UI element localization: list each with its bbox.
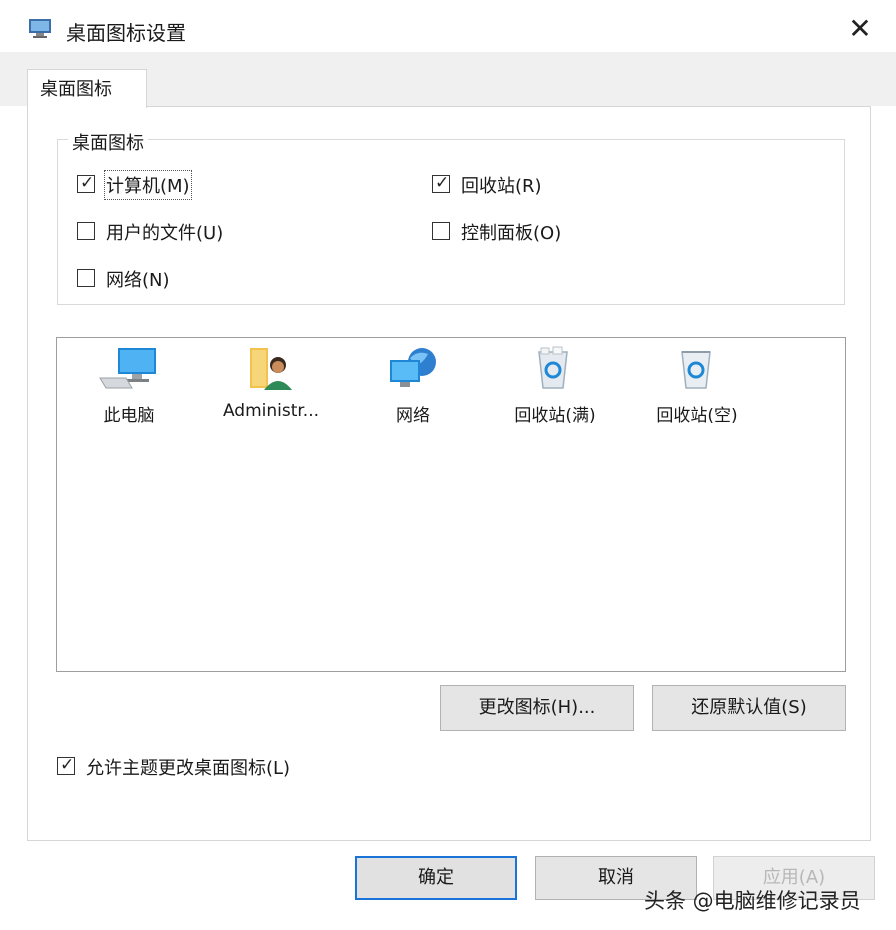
- ok-button[interactable]: 确定: [355, 856, 517, 900]
- group-legend: 桌面图标: [68, 129, 148, 155]
- computer-checkbox[interactable]: ✓: [77, 173, 95, 193]
- change-icon-button[interactable]: 更改图标(H)...: [440, 685, 634, 731]
- icon-item-recycle-bin-full[interactable]: [531, 346, 575, 396]
- recycle-bin-empty-icon: [681, 351, 711, 389]
- window-title: 桌面图标设置: [66, 21, 186, 45]
- desktop-icon-settings-dialog: 桌面图标设置 ✕ 桌面图标 桌面图标 ✓ 计算机(M) ✓ 回收站(R) 用户的…: [0, 0, 896, 930]
- user-files-checkbox[interactable]: [77, 222, 95, 240]
- control-panel-checkbox[interactable]: [432, 222, 450, 240]
- close-button[interactable]: ✕: [842, 12, 878, 48]
- network-checkbox[interactable]: [77, 269, 95, 287]
- close-icon: ✕: [848, 12, 872, 45]
- icon-item-network[interactable]: [388, 346, 442, 396]
- network-checkbox-label[interactable]: 网络(N): [106, 266, 170, 292]
- recycle-bin-checkbox-label[interactable]: 回收站(R): [461, 172, 542, 198]
- icon-label-recycle-bin-full: 回收站(满): [514, 406, 596, 426]
- checkmark-icon: ✓: [435, 173, 450, 193]
- icon-label-this-pc: 此电脑: [103, 406, 155, 426]
- network-icon: [390, 348, 436, 387]
- user-files-checkbox-label[interactable]: 用户的文件(U): [106, 219, 223, 245]
- computer-checkbox-label[interactable]: 计算机(M): [104, 170, 192, 200]
- icon-item-administrator[interactable]: [248, 346, 298, 396]
- icon-label-network: 网络: [396, 406, 430, 426]
- checkmark-icon: ✓: [80, 173, 95, 193]
- allow-themes-checkbox[interactable]: ✓: [57, 755, 75, 775]
- checkmark-icon: ✓: [60, 755, 75, 775]
- icon-item-this-pc[interactable]: [98, 346, 160, 396]
- recycle-bin-full-icon: [538, 346, 568, 389]
- icon-label-administrator: Administr...: [222, 401, 320, 421]
- recycle-bin-checkbox[interactable]: ✓: [432, 173, 450, 193]
- allow-themes-checkbox-label[interactable]: 允许主题更改桌面图标(L): [86, 754, 290, 780]
- tab-desktop-icons-label: 桌面图标: [40, 79, 112, 100]
- restore-default-button[interactable]: 还原默认值(S): [652, 685, 846, 731]
- control-panel-checkbox-label[interactable]: 控制面板(O): [461, 219, 561, 245]
- desktop-settings-icon: [26, 14, 56, 44]
- icon-list-view[interactable]: [56, 337, 846, 672]
- watermark-text: 头条 @电脑维修记录员: [644, 889, 861, 913]
- computer-icon: [99, 348, 156, 389]
- icon-label-recycle-bin-empty: 回收站(空): [656, 406, 738, 426]
- user-folder-icon: [250, 348, 292, 390]
- icon-item-recycle-bin-empty[interactable]: [674, 346, 718, 396]
